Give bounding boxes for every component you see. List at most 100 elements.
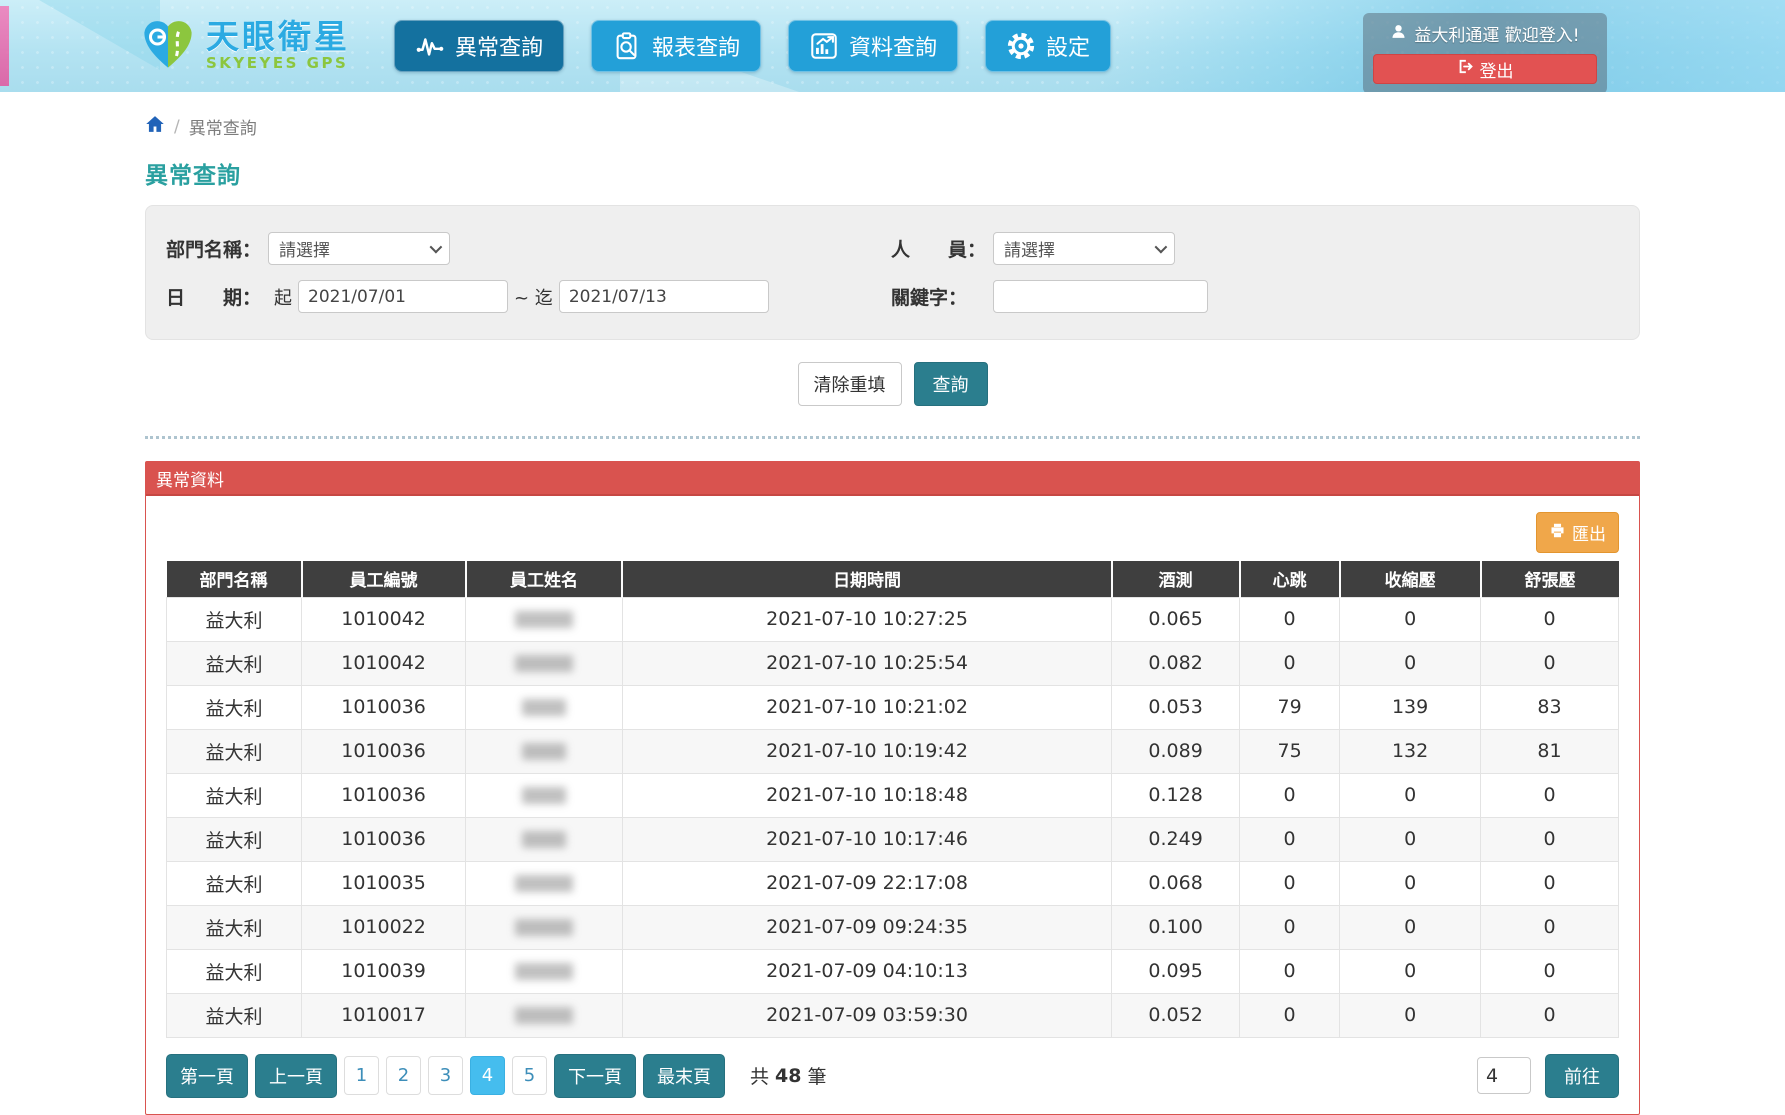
masked-employee-name [466, 685, 623, 729]
masked-employee-name [466, 773, 623, 817]
next-page-button[interactable]: 下一頁 [554, 1054, 636, 1098]
chevron-down-icon [430, 241, 443, 254]
logout-button[interactable]: 登出 [1373, 54, 1597, 84]
table-header-row: 部門名稱 員工編號 員工姓名 日期時間 酒測 心跳 收縮壓 舒張壓 [167, 561, 1619, 597]
header-accent [0, 6, 9, 86]
person-field-row: 人 員： 請選擇 [891, 232, 1619, 265]
masked-employee-name [466, 861, 623, 905]
user-panel: 益大利通運 歡迎登入! 登出 [1363, 13, 1607, 92]
main-nav: 異常查詢 報表查詢 資料查詢 設定 [394, 20, 1111, 72]
date-field-row: 日 期： 起 ~ 迄 [166, 280, 891, 313]
col-header-dept: 部門名稱 [167, 561, 302, 597]
home-icon[interactable] [145, 114, 165, 139]
export-button[interactable]: 匯出 [1536, 512, 1619, 553]
page-button-5[interactable]: 5 [512, 1056, 547, 1095]
logo-title: 天眼衛星 [206, 20, 350, 55]
masked-employee-name [466, 905, 623, 949]
nav-anomaly-query[interactable]: 異常查詢 [394, 20, 564, 72]
section-divider [145, 436, 1640, 439]
anomaly-table: 部門名稱 員工編號 員工姓名 日期時間 酒測 心跳 收縮壓 舒張壓 益大利 10… [166, 561, 1619, 1038]
masked-employee-name [466, 729, 623, 773]
col-header-emp-id: 員工編號 [302, 561, 466, 597]
nav-label: 異常查詢 [455, 30, 543, 62]
total-count: 48 [775, 1065, 801, 1087]
welcome-text: 益大利通運 歡迎登入! [1414, 21, 1579, 46]
keyword-field-row: 關鍵字： [891, 280, 1619, 313]
pagination: 第一頁 上一頁 1 2 3 4 5 下一頁 最末頁 共 48 筆 前往 [166, 1054, 1619, 1098]
table-row: 益大利 1010042 2021-07-10 10:27:25 0.065 0 … [167, 597, 1619, 641]
page-button-2[interactable]: 2 [386, 1056, 421, 1095]
col-header-alcohol: 酒測 [1112, 561, 1240, 597]
date-label: 日 期： [166, 283, 268, 310]
last-page-button[interactable]: 最末頁 [643, 1054, 725, 1098]
table-row: 益大利 1010017 2021-07-09 03:59:30 0.052 0 … [167, 993, 1619, 1037]
logo-subtitle: SKYEYES GPS [206, 54, 350, 72]
date-range-separator: ~ 迄 [514, 284, 553, 310]
reset-button[interactable]: 清除重填 [798, 362, 902, 406]
table-row: 益大利 1010036 2021-07-10 10:21:02 0.053 79… [167, 685, 1619, 729]
nav-data-query[interactable]: 資料查詢 [788, 20, 958, 72]
masked-employee-name [466, 641, 623, 685]
department-field-row: 部門名稱： 請選擇 [166, 232, 891, 265]
breadcrumb: / 異常查詢 [145, 114, 1640, 139]
table-row: 益大利 1010035 2021-07-09 22:17:08 0.068 0 … [167, 861, 1619, 905]
report-search-icon [612, 31, 642, 61]
keyword-label: 關鍵字： [891, 283, 993, 310]
total-count-text: 共 48 筆 [750, 1062, 826, 1089]
first-page-button[interactable]: 第一頁 [166, 1054, 248, 1098]
form-actions: 清除重填 查詢 [145, 362, 1640, 406]
panel-title: 異常資料 [146, 462, 1639, 496]
filter-panel: 部門名稱： 請選擇 人 員： 請選擇 日 期： 起 ~ 迄 [145, 205, 1640, 340]
user-icon [1390, 23, 1407, 45]
breadcrumb-separator: / [174, 117, 180, 137]
table-row: 益大利 1010036 2021-07-10 10:18:48 0.128 0 … [167, 773, 1619, 817]
table-row: 益大利 1010036 2021-07-10 10:17:46 0.249 0 … [167, 817, 1619, 861]
date-from-input[interactable] [298, 280, 508, 313]
table-row: 益大利 1010036 2021-07-10 10:19:42 0.089 75… [167, 729, 1619, 773]
person-label: 人 員： [891, 235, 993, 262]
col-header-heartbeat: 心跳 [1240, 561, 1340, 597]
site-header: 天眼衛星 SKYEYES GPS 異常查詢 報表查詢 資料查詢 [0, 0, 1785, 92]
department-label: 部門名稱： [166, 235, 268, 262]
page-button-4-active[interactable]: 4 [470, 1056, 505, 1095]
chart-icon [809, 31, 839, 61]
department-select[interactable]: 請選擇 [268, 232, 450, 265]
nav-label: 資料查詢 [849, 30, 937, 62]
table-row: 益大利 1010042 2021-07-10 10:25:54 0.082 0 … [167, 641, 1619, 685]
anomaly-data-panel: 異常資料 匯出 部門名稱 員工編號 員工姓名 日期時間 酒測 [145, 461, 1640, 1115]
nav-label: 報表查詢 [652, 30, 740, 62]
masked-employee-name [466, 949, 623, 993]
goto-button[interactable]: 前往 [1545, 1054, 1619, 1098]
logo[interactable]: 天眼衛星 SKYEYES GPS [140, 16, 350, 76]
nav-settings[interactable]: 設定 [985, 20, 1111, 72]
page-button-1[interactable]: 1 [344, 1056, 379, 1095]
content: / 異常查詢 異常查詢 部門名稱： 請選擇 人 員： 請選擇 日 期： [145, 92, 1640, 1115]
nav-label: 設定 [1046, 30, 1090, 62]
masked-employee-name [466, 597, 623, 641]
date-to-input[interactable] [559, 280, 769, 313]
page-button-3[interactable]: 3 [428, 1056, 463, 1095]
col-header-diastolic: 舒張壓 [1481, 561, 1619, 597]
logout-icon [1457, 58, 1474, 80]
page-title: 異常查詢 [145, 156, 1640, 190]
table-row: 益大利 1010022 2021-07-09 09:24:35 0.100 0 … [167, 905, 1619, 949]
masked-employee-name [466, 993, 623, 1037]
gear-icon [1006, 31, 1036, 61]
header-decor-triangle [0, 0, 160, 70]
nav-report-query[interactable]: 報表查詢 [591, 20, 761, 72]
person-select[interactable]: 請選擇 [993, 232, 1175, 265]
goto-page-input[interactable] [1477, 1057, 1531, 1094]
keyword-input[interactable] [993, 280, 1208, 313]
table-row: 益大利 1010039 2021-07-09 04:10:13 0.095 0 … [167, 949, 1619, 993]
prev-page-button[interactable]: 上一頁 [255, 1054, 337, 1098]
breadcrumb-current: 異常查詢 [189, 114, 257, 139]
logo-pin-icon [140, 16, 196, 76]
col-header-emp-name: 員工姓名 [466, 561, 623, 597]
date-from-prefix: 起 [274, 284, 292, 310]
col-header-datetime: 日期時間 [622, 561, 1111, 597]
col-header-systolic: 收縮壓 [1340, 561, 1481, 597]
pulse-icon [415, 31, 445, 61]
chevron-down-icon [1155, 241, 1168, 254]
masked-employee-name [466, 817, 623, 861]
search-button[interactable]: 查詢 [914, 362, 988, 406]
